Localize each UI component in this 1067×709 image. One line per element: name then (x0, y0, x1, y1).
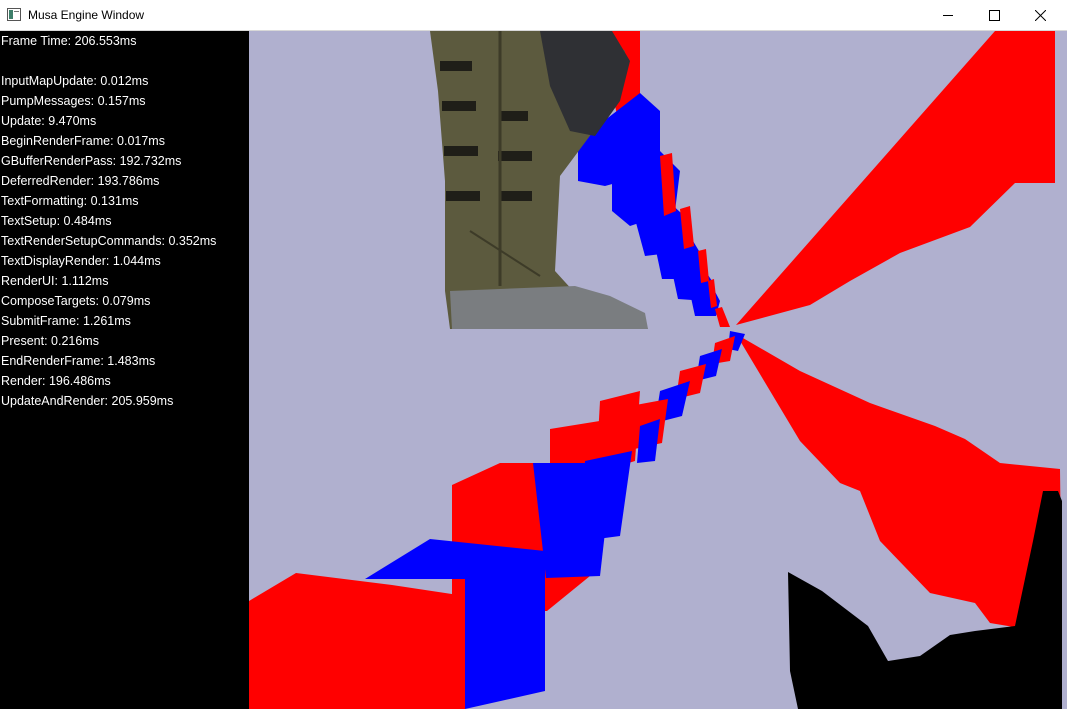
timing-line: TextRenderSetupCommands: 0.352ms (1, 234, 217, 248)
app-icon (7, 8, 21, 21)
minimize-button[interactable] (925, 0, 971, 30)
timing-line: EndRenderFrame: 1.483ms (1, 354, 156, 368)
timing-line: Render: 196.486ms (1, 374, 111, 388)
timing-line: RenderUI: 1.112ms (1, 274, 109, 288)
timing-line: PumpMessages: 0.157ms (1, 94, 146, 108)
close-icon (1034, 9, 1046, 21)
title-bar[interactable]: Musa Engine Window (0, 0, 1067, 31)
timing-line: TextSetup: 0.484ms (1, 214, 112, 228)
maximize-icon (988, 9, 1000, 21)
maximize-button[interactable] (971, 0, 1017, 30)
timing-line: UpdateAndRender: 205.959ms (1, 394, 174, 408)
close-button[interactable] (1017, 0, 1063, 30)
frame-time-readout: Frame Time: 206.553ms (1, 34, 137, 48)
timing-line: Update: 9.470ms (1, 114, 97, 128)
timing-line: TextFormatting: 0.131ms (1, 194, 139, 208)
minimize-icon (942, 14, 953, 16)
musa-engine-window: Musa Engine Window Frame Time: 206.553ms… (0, 0, 1067, 709)
timing-line: InputMapUpdate: 0.012ms (1, 74, 149, 88)
timing-line: Present: 0.216ms (1, 334, 99, 348)
timing-line: DeferredRender: 193.786ms (1, 174, 160, 188)
timing-line: SubmitFrame: 1.261ms (1, 314, 131, 328)
timing-line: TextDisplayRender: 1.044ms (1, 254, 161, 268)
timing-line: GBufferRenderPass: 192.732ms (1, 154, 182, 168)
window-title: Musa Engine Window (28, 8, 145, 22)
timing-line: ComposeTargets: 0.079ms (1, 294, 151, 308)
debug-timing-panel: Frame Time: 206.553ms InputMapUpdate: 0.… (0, 31, 249, 709)
timing-line: BeginRenderFrame: 0.017ms (1, 134, 165, 148)
